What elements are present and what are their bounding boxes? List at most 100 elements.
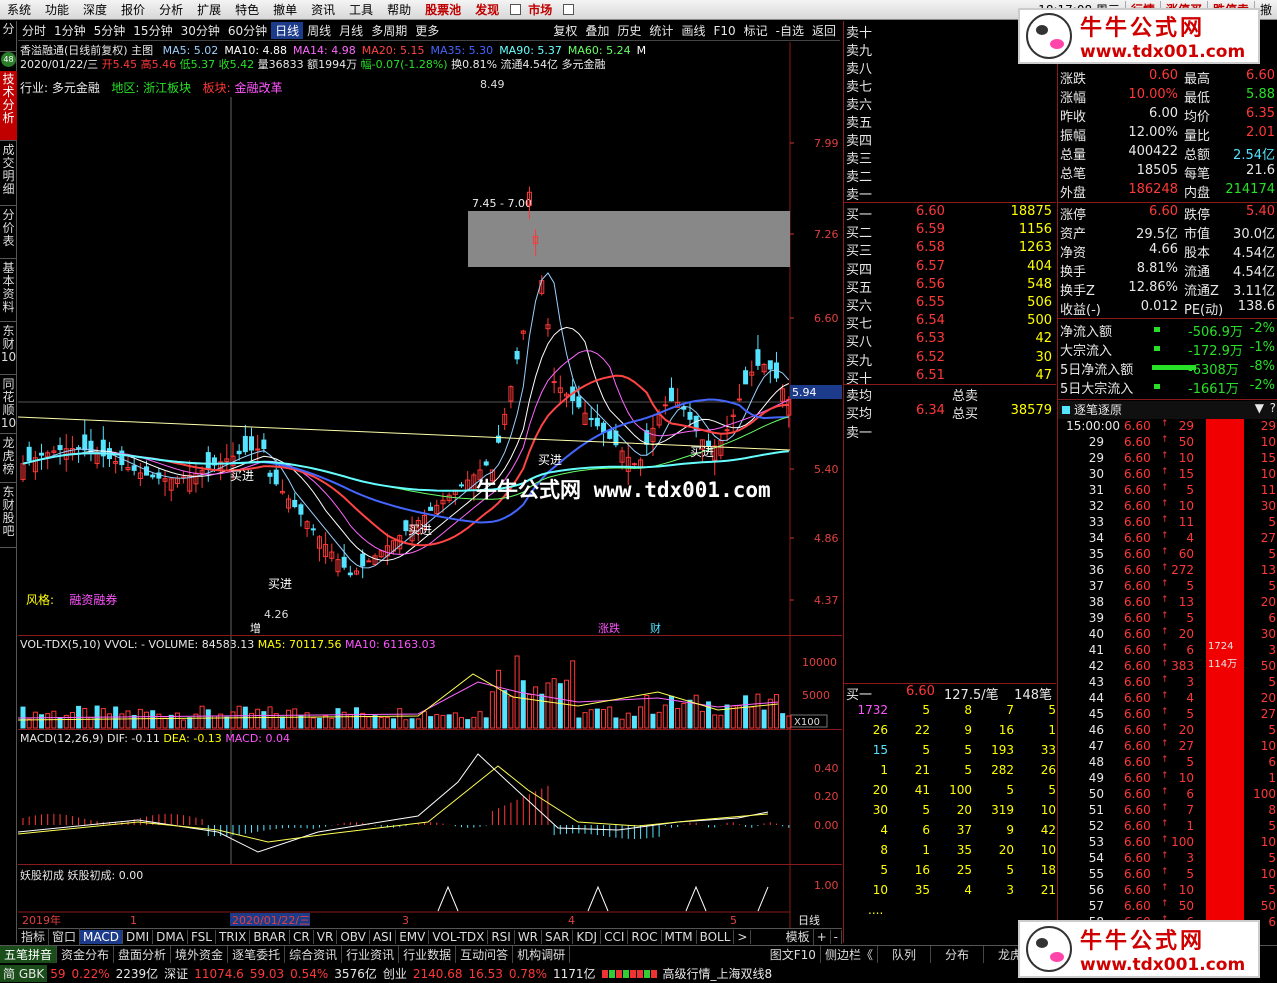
f10-button[interactable]: F10: [709, 24, 739, 38]
tab-price-table[interactable]: 分价表: [0, 207, 17, 259]
tick-volume: 11: [1178, 515, 1194, 529]
menu-help[interactable]: 帮助: [380, 1, 418, 18]
indicator-roc[interactable]: ROC: [628, 929, 662, 944]
back-button[interactable]: 返回: [808, 22, 840, 39]
period-multi[interactable]: 多周期: [367, 22, 411, 39]
menu-system[interactable]: 系统: [0, 1, 38, 18]
indicator-dmi[interactable]: DMI: [123, 929, 154, 944]
queue-cell: 1: [922, 843, 930, 857]
indicator-kdj[interactable]: KDJ: [573, 929, 602, 944]
tick-volume: 10: [1178, 451, 1194, 465]
volume-bar: [743, 695, 749, 729]
indicator-trix[interactable]: TRIX: [216, 929, 251, 944]
tab-technical-analysis[interactable]: 技术分析: [0, 71, 17, 141]
menu-cancel-order[interactable]: 撤单: [266, 1, 304, 18]
indicator-vol-tdx[interactable]: VOL-TDX: [429, 929, 489, 944]
menu-news[interactable]: 资讯: [304, 1, 342, 18]
remove-watchlist-button[interactable]: -自选: [772, 22, 808, 39]
menu-function[interactable]: 功能: [38, 1, 76, 18]
indicator-tab-indicator[interactable]: 指标: [18, 928, 50, 945]
ime-indicator[interactable]: 五笔拼音: [0, 946, 58, 963]
indicator-boll[interactable]: BOLL: [697, 929, 735, 944]
indicator-fsl[interactable]: FSL: [188, 929, 216, 944]
menu-market[interactable]: 市场: [521, 1, 559, 18]
stats-button[interactable]: 统计: [645, 22, 677, 39]
indicator-sar[interactable]: SAR: [542, 929, 574, 944]
func-general-news[interactable]: 综合资讯: [285, 946, 343, 963]
func-industry-news[interactable]: 行业资讯: [342, 946, 400, 963]
tab-eastmoney-10[interactable]: 东财10: [0, 323, 17, 375]
help-icon[interactable]: ?: [1270, 401, 1276, 415]
template-button[interactable]: 模板: [783, 928, 814, 945]
func-f10-graphic[interactable]: 图文F10: [766, 946, 821, 963]
history-button[interactable]: 历史: [613, 22, 645, 39]
indicator-cci[interactable]: CCI: [601, 929, 629, 944]
indicator-tab-window[interactable]: 窗口: [49, 928, 81, 945]
overlay-button[interactable]: 叠加: [581, 22, 613, 39]
mark-button[interactable]: 标记: [740, 22, 772, 39]
discover-checkbox[interactable]: [510, 4, 522, 15]
indicator-dma[interactable]: DMA: [153, 929, 188, 944]
tick-time: 29: [1088, 451, 1104, 465]
func-industry-data[interactable]: 行业数据: [399, 946, 457, 963]
indicator-vr[interactable]: VR: [314, 929, 338, 944]
menu-stock-pool[interactable]: 股票池: [418, 1, 468, 18]
period-30min[interactable]: 30分钟: [177, 22, 224, 39]
func-foreign-capital[interactable]: 境外资金: [171, 946, 229, 963]
adjust-button[interactable]: 复权: [549, 22, 581, 39]
indicator-asi[interactable]: ASI: [370, 929, 397, 944]
menu-quote[interactable]: 报价: [114, 1, 152, 18]
menu-analysis[interactable]: 分析: [152, 1, 190, 18]
func-sidebar[interactable]: 侧边栏《: [821, 946, 878, 963]
chart-area[interactable]: 香溢融通(日线前复权) 主图 MA5: 5.02 MA10: 4.88 MA14: …: [18, 42, 842, 943]
tab-trade-detail[interactable]: 成交明细: [0, 142, 17, 206]
indicator-emv[interactable]: EMV: [396, 929, 430, 944]
period-monthly[interactable]: 月线: [335, 22, 367, 39]
menu-feature[interactable]: 特色: [228, 1, 266, 18]
period-15min[interactable]: 15分钟: [129, 22, 176, 39]
menu-depth[interactable]: 深度: [76, 1, 114, 18]
volume-bar: [496, 669, 502, 729]
zoom-out-button[interactable]: -: [831, 929, 842, 944]
indicator-wr[interactable]: WR: [515, 929, 543, 944]
indicator-rsi[interactable]: RSI: [488, 929, 515, 944]
func-queue[interactable]: 队列: [878, 946, 931, 963]
volume-bar: [465, 719, 471, 729]
period-weekly[interactable]: 周线: [303, 22, 335, 39]
func-market-analysis[interactable]: 盘面分析: [114, 946, 172, 963]
indicator-mtm[interactable]: MTM: [662, 929, 697, 944]
period-daily[interactable]: 日线: [271, 22, 304, 39]
func-distribution[interactable]: 分布: [931, 946, 984, 963]
tab-eastmoney-forum[interactable]: 东财股吧: [0, 484, 17, 548]
period-intraday[interactable]: 分时: [18, 22, 50, 39]
draw-button[interactable]: 画线: [677, 22, 709, 39]
period-60min[interactable]: 60分钟: [224, 22, 271, 39]
sell-level-label: 卖二: [846, 170, 873, 185]
period-5min[interactable]: 5分钟: [90, 22, 130, 39]
period-more[interactable]: 更多: [411, 22, 443, 39]
indicator-brar[interactable]: BRAR: [250, 929, 291, 944]
indicator-cr[interactable]: CR: [290, 929, 314, 944]
menu-extend[interactable]: 扩展: [190, 1, 228, 18]
func-institution-research[interactable]: 机构调研: [513, 946, 571, 963]
func-order-detail[interactable]: 逐笔委托: [228, 946, 286, 963]
indicator-obv[interactable]: OBV: [337, 929, 370, 944]
period-1min[interactable]: 1分钟: [50, 22, 90, 39]
zoom-in-button[interactable]: +: [814, 929, 831, 944]
ime-status[interactable]: 简 GBK: [0, 965, 48, 982]
menu-discover[interactable]: 发现: [468, 1, 506, 18]
filter-icon[interactable]: ▼: [1255, 401, 1264, 415]
buy-level-volume: 404: [1027, 258, 1052, 274]
func-fund-distribution[interactable]: 资金分布: [57, 946, 115, 963]
indicator-macd[interactable]: MACD: [80, 929, 124, 944]
func-qa[interactable]: 互动问答: [456, 946, 514, 963]
buy-level-volume: 500: [1027, 313, 1052, 329]
tab-basic-info[interactable]: 基本资料: [0, 260, 17, 322]
tab-ths-10[interactable]: 同花顺10: [0, 376, 17, 434]
candle-body: [298, 504, 304, 515]
tab-dragon-tiger[interactable]: 龙虎榜: [0, 435, 17, 483]
scroll-right-icon[interactable]: >: [734, 929, 752, 944]
market-checkbox[interactable]: [563, 4, 575, 15]
candle-body: [131, 465, 137, 471]
menu-tools[interactable]: 工具: [342, 1, 380, 18]
